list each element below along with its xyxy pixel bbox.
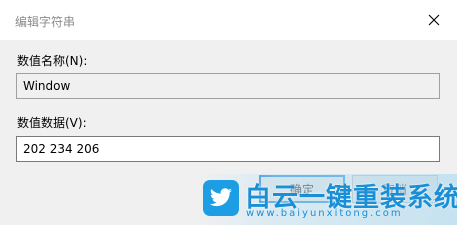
value-data-label: 数值数据(V):: [17, 116, 87, 130]
title-bar: 编辑字符串: [0, 0, 457, 40]
close-icon: [428, 14, 440, 26]
value-name-text: Window: [23, 79, 71, 93]
value-name-label: 数值名称(N):: [17, 54, 88, 68]
twitter-bird-icon: [203, 180, 239, 216]
window-title: 编辑字符串: [15, 15, 76, 29]
close-button[interactable]: [424, 10, 444, 30]
value-data-input[interactable]: 202 234 206: [16, 136, 440, 162]
watermark-url: www.baiyunxitong.com: [246, 208, 403, 219]
value-name-field[interactable]: Window: [16, 73, 440, 99]
value-data-text: 202 234 206: [23, 142, 100, 156]
